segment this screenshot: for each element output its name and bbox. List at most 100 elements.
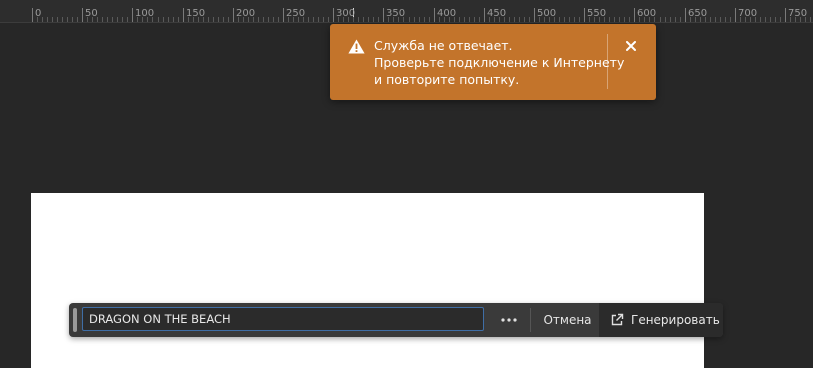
- toast-message-line: Проверьте подключение к Интернету: [374, 55, 625, 70]
- ruler-minor-tick: [755, 17, 756, 22]
- ruler-minor-tick: [464, 17, 465, 22]
- ruler-minor-tick: [97, 17, 98, 22]
- generate-button[interactable]: Генерировать: [599, 303, 723, 337]
- ruler-minor-tick: [419, 17, 420, 22]
- ruler-minor-tick: [770, 17, 771, 22]
- ruler-major-tick: [484, 8, 485, 22]
- ruler-minor-tick: [208, 17, 209, 22]
- ruler-minor-tick: [579, 17, 580, 22]
- ruler-minor-tick: [740, 17, 741, 22]
- ruler-minor-tick: [665, 17, 666, 22]
- close-icon[interactable]: [619, 34, 643, 58]
- ruler-minor-tick: [57, 17, 58, 22]
- ruler-minor-tick: [173, 17, 174, 22]
- ruler-minor-tick: [660, 17, 661, 22]
- ruler-minor-tick: [715, 17, 716, 22]
- more-options-button[interactable]: [491, 308, 527, 332]
- ruler-minor-tick: [690, 17, 691, 22]
- ruler-minor-tick: [614, 17, 615, 22]
- ruler-major-tick: [584, 8, 585, 22]
- ruler-minor-tick: [644, 17, 645, 22]
- ruler-minor-tick: [594, 17, 595, 22]
- ruler-minor-tick: [454, 17, 455, 22]
- ruler-minor-tick: [67, 17, 68, 22]
- document-canvas[interactable]: [31, 193, 704, 368]
- ruler-minor-tick: [258, 17, 259, 22]
- ruler-minor-tick: [599, 17, 600, 22]
- ruler-major-tick: [735, 8, 736, 22]
- ruler-minor-tick: [539, 17, 540, 22]
- generative-prompt-bar: Отмена Генерировать: [69, 303, 723, 337]
- ruler-minor-tick: [559, 17, 560, 22]
- ruler-minor-tick: [403, 17, 404, 22]
- ruler-minor-tick: [253, 17, 254, 22]
- ruler-minor-tick: [730, 17, 731, 22]
- ruler-minor-tick: [117, 17, 118, 22]
- ruler-minor-tick: [604, 17, 605, 22]
- ruler-minor-tick: [629, 17, 630, 22]
- prompt-input[interactable]: [82, 307, 484, 331]
- ruler-minor-tick: [725, 17, 726, 22]
- ruler-minor-tick: [449, 17, 450, 22]
- ruler-minor-tick: [760, 17, 761, 22]
- ruler-minor-tick: [313, 17, 314, 22]
- ruler-minor-tick: [444, 17, 445, 22]
- ruler-minor-tick: [318, 17, 319, 22]
- ruler-minor-tick: [213, 17, 214, 22]
- ruler-minor-tick: [358, 17, 359, 22]
- toolbar-divider: [530, 308, 531, 332]
- ruler-minor-tick: [509, 17, 510, 22]
- ruler-minor-tick: [343, 17, 344, 22]
- ruler-minor-tick: [92, 17, 93, 22]
- ruler-minor-tick: [675, 17, 676, 22]
- ruler-minor-tick: [158, 17, 159, 22]
- toast-message: Служба не отвечает. Проверьте подключени…: [374, 37, 625, 88]
- ruler-minor-tick: [695, 17, 696, 22]
- ruler-minor-tick: [102, 17, 103, 22]
- ruler-major-tick: [434, 8, 435, 22]
- ruler-minor-tick: [308, 17, 309, 22]
- ruler-minor-tick: [87, 17, 88, 22]
- ruler-minor-tick: [414, 17, 415, 22]
- ruler-minor-tick: [218, 17, 219, 22]
- ruler-minor-tick: [393, 17, 394, 22]
- ruler-minor-tick: [398, 17, 399, 22]
- ruler-minor-tick: [429, 17, 430, 22]
- ruler-minor-tick: [424, 17, 425, 22]
- ruler-major-tick: [233, 8, 234, 22]
- toast-divider: [607, 34, 608, 89]
- ruler-minor-tick: [147, 17, 148, 22]
- drag-handle[interactable]: [73, 308, 77, 332]
- horizontal-ruler[interactable]: 0 50 100 150 200 250 300 350 400 450 500 550 600 650 7…: [0, 0, 813, 23]
- ruler-minor-tick: [142, 17, 143, 22]
- ruler-minor-tick: [524, 17, 525, 22]
- ruler-major-tick: [32, 8, 33, 22]
- ruler-minor-tick: [42, 17, 43, 22]
- ruler-minor-tick: [52, 17, 53, 22]
- ruler-major-tick: [333, 8, 334, 22]
- ruler-minor-tick: [705, 17, 706, 22]
- warning-icon: [348, 39, 365, 54]
- ruler-major-tick: [785, 8, 786, 22]
- error-toast: Служба не отвечает. Проверьте подключени…: [330, 24, 656, 100]
- ruler-minor-tick: [479, 17, 480, 22]
- ruler-minor-tick: [228, 17, 229, 22]
- ruler-minor-tick: [439, 17, 440, 22]
- ellipsis-icon: [501, 318, 517, 322]
- ruler-minor-tick: [800, 17, 801, 22]
- toast-message-line: и повторите попытку.: [374, 72, 520, 87]
- ruler-major-tick: [183, 8, 184, 22]
- ruler-minor-tick: [720, 17, 721, 22]
- ruler-minor-tick: [795, 17, 796, 22]
- generate-button-label: Генерировать: [631, 313, 720, 327]
- ruler-minor-tick: [278, 17, 279, 22]
- ruler-minor-tick: [112, 17, 113, 22]
- ruler-minor-tick: [654, 17, 655, 22]
- ruler-minor-tick: [137, 17, 138, 22]
- ruler-minor-tick: [37, 17, 38, 22]
- ruler-minor-tick: [323, 17, 324, 22]
- ruler-minor-tick: [680, 17, 681, 22]
- cancel-button[interactable]: Отмена: [538, 308, 597, 332]
- ruler-minor-tick: [298, 17, 299, 22]
- ruler-minor-tick: [273, 17, 274, 22]
